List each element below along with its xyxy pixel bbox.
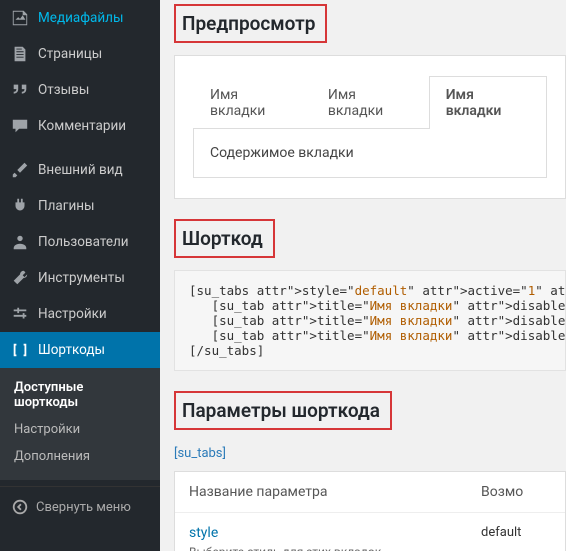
params-col-value: Возмо [481, 484, 551, 500]
sidebar-item-testimonials[interactable]: Отзывы [0, 72, 160, 108]
shortcode-heading: Шорткод [174, 219, 275, 258]
wrench-icon [10, 268, 30, 288]
params-table-head: Название параметра Возмо [175, 472, 565, 513]
sidebar-item-label: Инструменты [38, 270, 125, 286]
tabs-row: Имя вкладки Имя вкладки Имя вкладки [193, 76, 547, 129]
media-icon [10, 8, 30, 28]
quote-icon [10, 80, 30, 100]
submenu-available[interactable]: Доступные шорткоды [0, 374, 160, 416]
tab-2[interactable]: Имя вкладки [311, 76, 429, 129]
sidebar-item-plugins[interactable]: Плагины [0, 188, 160, 224]
sidebar-item-label: Внешний вид [38, 162, 123, 178]
param-desc: Выберите стиль для этих вкладок [189, 545, 481, 551]
sidebar-item-label: Пользователи [38, 234, 129, 250]
collapse-label: Свернуть меню [36, 500, 131, 515]
shortcode-code[interactable]: [su_tabs attr">style="default" attr">act… [174, 270, 566, 371]
tab-1[interactable]: Имя вкладки [193, 76, 311, 129]
sidebar-item-label: Отзывы [38, 82, 89, 98]
preview-heading: Предпросмотр [174, 4, 327, 43]
sidebar-submenu: Доступные шорткоды Настройки Дополнения [0, 368, 160, 480]
params-table: Название параметра Возмо style Выберите … [174, 471, 566, 551]
params-row: style Выберите стиль для этих вкладок de… [175, 513, 565, 551]
comment-icon [10, 116, 30, 136]
tab-3[interactable]: Имя вкладки [429, 76, 547, 129]
submenu-settings[interactable]: Настройки [0, 416, 160, 443]
sidebar-item-comments[interactable]: Комментарии [0, 108, 160, 144]
param-value: default [481, 525, 551, 551]
plug-icon [10, 196, 30, 216]
params-col-name: Название параметра [189, 484, 481, 500]
users-icon [10, 232, 30, 252]
collapse-menu[interactable]: Свернуть меню [0, 486, 160, 527]
collapse-icon [10, 497, 30, 517]
admin-sidebar: Медиафайлы Страницы Отзывы Комментарии В… [0, 0, 160, 551]
sidebar-item-pages[interactable]: Страницы [0, 36, 160, 72]
sidebar-item-tools[interactable]: Инструменты [0, 260, 160, 296]
sidebar-item-shortcodes[interactable]: Шорткоды [0, 332, 160, 368]
main-content: Предпросмотр Имя вкладки Имя вкладки Имя… [160, 0, 566, 551]
brackets-icon [10, 340, 30, 360]
sidebar-item-label: Шорткоды [38, 342, 105, 358]
preview-panel: Имя вкладки Имя вкладки Имя вкладки Соде… [174, 55, 566, 199]
brush-icon [10, 160, 30, 180]
sidebar-item-appearance[interactable]: Внешний вид [0, 152, 160, 188]
sidebar-item-label: Плагины [38, 198, 95, 214]
sidebar-item-settings[interactable]: Настройки [0, 296, 160, 332]
param-name[interactable]: style [189, 525, 481, 541]
pages-icon [10, 44, 30, 64]
sidebar-item-label: Страницы [38, 46, 102, 62]
sidebar-item-users[interactable]: Пользователи [0, 224, 160, 260]
sidebar-item-label: Медиафайлы [38, 10, 123, 26]
tab-content: Содержимое вкладки [193, 129, 547, 178]
sidebar-item-label: Настройки [38, 306, 107, 322]
sidebar-item-label: Комментарии [38, 118, 126, 134]
submenu-addons[interactable]: Дополнения [0, 443, 160, 470]
sidebar-item-media[interactable]: Медиафайлы [0, 0, 160, 36]
params-heading: Параметры шорткода [174, 391, 392, 430]
sliders-icon [10, 304, 30, 324]
shortcode-slug: [su_tabs] [174, 446, 566, 461]
